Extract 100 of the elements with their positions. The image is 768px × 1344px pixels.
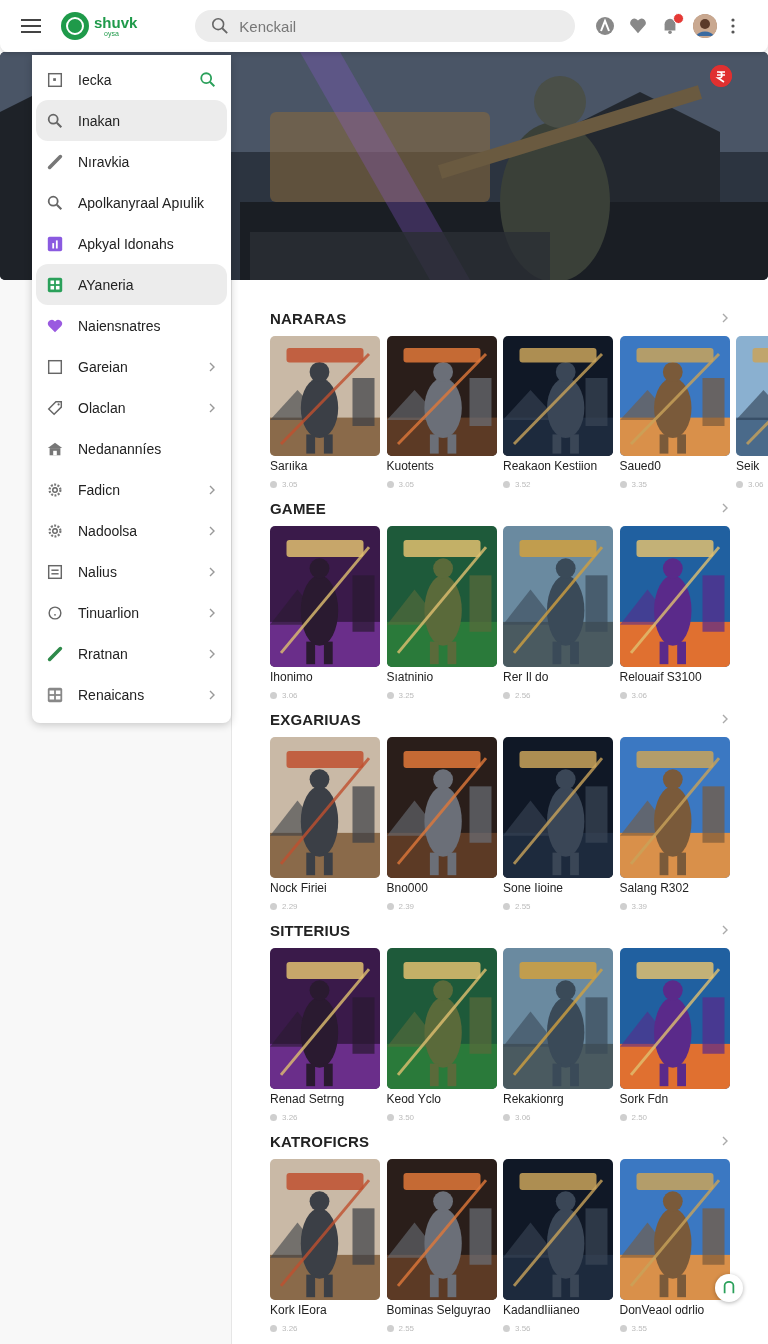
see-more-button[interactable] [720,1136,730,1146]
rating-dot-icon [270,1324,277,1332]
rating-dot-icon [386,902,394,910]
game-title[interactable]: Bominas Selguyrao [386,1302,491,1318]
menu-item[interactable]: Naiensnatres [36,305,227,346]
avatar[interactable] [693,14,718,38]
rating-dot-icon [386,480,394,488]
rating-text: 3.56 [515,1323,531,1333]
game-title[interactable]: Sarıika [270,458,308,474]
menu-item[interactable]: Apkyal Idonahs [36,223,227,264]
see-more-button[interactable] [720,313,730,323]
rating-dot-icon [503,1324,510,1332]
game-title[interactable]: Kuotents [386,458,434,474]
game-title[interactable]: Sone Iioine [503,880,564,896]
rating-dot-icon [619,691,627,699]
menu-item[interactable]: Renaicans [36,674,227,715]
game-title[interactable]: Rekakionrg [503,1091,564,1107]
game-title[interactable]: Relouaif S3100 [619,669,702,685]
menu-item[interactable]: Tinuarlion [36,592,227,633]
see-more-button[interactable] [720,503,730,513]
game-title[interactable]: Rer Il do [503,669,549,685]
square-icon [46,357,64,376]
rating-text: 3.06 [282,690,298,700]
door-icon [722,1281,736,1295]
game-title[interactable]: Reakaon Kestiion [503,458,598,474]
game-title[interactable]: Keod Yclo [386,1091,441,1107]
rating-text: 3.25 [398,690,415,700]
search-field[interactable]: Kenckail [195,10,576,42]
section-title: GAMEE [270,499,327,517]
rating-text: 3.06 [748,479,764,489]
game-title[interactable]: Kork IEora [270,1302,327,1318]
rating-text: 3.06 [515,1112,531,1122]
game-title[interactable]: Renad Setrng [270,1091,345,1107]
rating-dot-icon [503,691,510,699]
rating-text: 2.29 [282,901,298,911]
game-title[interactable]: Salang R302 [619,880,689,896]
menu-item[interactable]: Nadoolsa [36,510,227,551]
game-title[interactable]: Seik [736,458,760,474]
section-title: SITTERIUS [270,921,352,939]
search-icon [46,193,64,212]
see-more-button[interactable] [720,714,730,724]
see-more-button[interactable] [720,925,730,935]
pencil-icon [46,152,64,171]
document-icon [46,562,64,581]
rating-dot-icon [503,902,510,910]
rating-dot-icon [386,1113,394,1121]
pencil-icon [46,644,64,663]
game-title[interactable]: Ihonimo [270,669,313,685]
menu-item[interactable]: Iecka [36,59,227,100]
rating-dot-icon [270,902,277,910]
menu-item[interactable]: Nedananníes [36,428,227,469]
rating-text: 3.26 [282,1112,298,1122]
search-icon[interactable] [199,70,217,89]
game-title[interactable]: Bno000 [386,880,428,896]
menu-item[interactable]: Gareian [36,346,227,387]
rating-text: 3.06 [631,690,648,700]
logo-icon [60,11,90,41]
game-title[interactable]: KadandIiianeo [503,1302,580,1318]
rating-dot-icon [270,691,277,699]
rating-dot-icon [619,902,627,910]
menu-item[interactable]: Inakan [36,100,227,141]
more-icon[interactable] [731,18,736,34]
tag-icon [46,398,64,417]
game-title[interactable]: Nock Firiei [270,880,327,896]
menu-item[interactable]: AYaneria [36,264,227,305]
game-title[interactable]: Sork Fdn [619,1091,669,1107]
rating-dot-icon [386,1324,394,1332]
grid-tile-icon [46,275,64,294]
menu-button[interactable] [20,18,42,34]
grid-icon [46,685,64,704]
heart-icon[interactable] [629,17,648,35]
rating-dot-icon [270,480,277,488]
rating-dot-icon [619,1113,627,1121]
game-title[interactable]: DonVeaol odrlio [619,1302,705,1318]
floating-action-button[interactable] [715,1274,743,1302]
rating-dot-icon [619,480,627,488]
search-icon [46,111,64,130]
menu-item[interactable]: Olaclan [36,387,227,428]
rating-dot-icon [386,691,394,699]
section-title: KATROFICRS [270,1132,371,1150]
rating-text: 3.35 [631,479,648,489]
rating-text: 3.55 [631,1323,648,1333]
profile-badge-icon[interactable] [595,16,616,36]
menu-item[interactable]: Apolkanyraal Apıulik [36,182,227,223]
game-title[interactable]: Saued0 [619,458,661,474]
square-icon [46,70,64,89]
menu-item[interactable]: Rratnan [36,633,227,674]
rating-text: 2.55 [515,901,531,911]
rating-dot-icon [503,1113,510,1121]
section-title: EXGARIUAS [270,710,362,728]
rating-text: 2.39 [398,901,415,911]
search-icon [211,17,230,35]
menu-item[interactable]: Fadicn [36,469,227,510]
menu-item[interactable]: Nalius [36,551,227,592]
rating-text: 3.26 [282,1323,298,1333]
rating-text: 2.50 [631,1112,648,1122]
rating-dot-icon [270,1113,277,1121]
game-title[interactable]: Sıatninio [386,669,434,685]
menu-item[interactable]: Nıravkia [36,141,227,182]
chart-tile-icon [46,234,64,253]
